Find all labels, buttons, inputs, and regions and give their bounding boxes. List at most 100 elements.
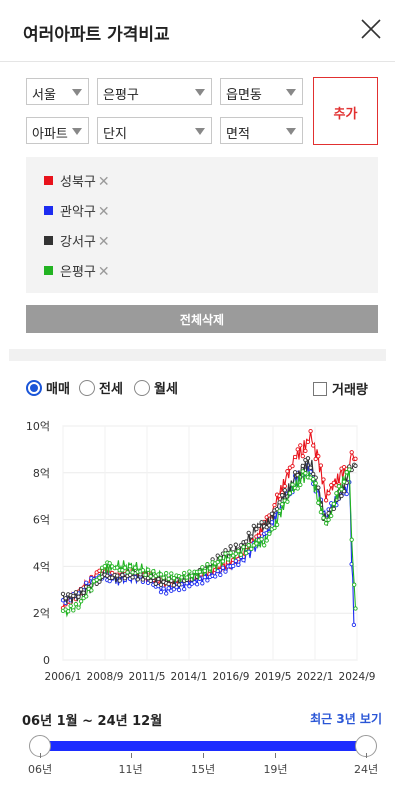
range-slider-track[interactable] bbox=[40, 741, 366, 751]
data-point bbox=[254, 541, 259, 546]
remove-icon[interactable]: ✕ bbox=[98, 234, 110, 250]
data-point bbox=[215, 559, 220, 565]
data-point bbox=[349, 537, 354, 542]
slider-tick bbox=[275, 753, 277, 758]
data-point bbox=[166, 581, 171, 587]
volume-checkbox[interactable]: 거래량 bbox=[313, 379, 368, 398]
data-point bbox=[156, 576, 161, 582]
data-point bbox=[341, 479, 347, 484]
y-tick-label: 8억 bbox=[33, 467, 50, 480]
data-point bbox=[220, 559, 226, 564]
chevron-down-icon bbox=[72, 128, 82, 135]
data-point bbox=[305, 439, 311, 445]
x-tick-label: 2006/1 bbox=[45, 671, 82, 683]
data-point bbox=[148, 574, 153, 579]
complex-select[interactable]: 단지 bbox=[97, 117, 212, 144]
data-point bbox=[130, 575, 135, 580]
data-point bbox=[164, 591, 169, 596]
radio-sale[interactable]: 매매 bbox=[26, 378, 70, 398]
data-point bbox=[236, 562, 241, 567]
data-point bbox=[353, 456, 358, 461]
data-point bbox=[184, 575, 189, 580]
data-point bbox=[182, 586, 187, 592]
data-point bbox=[313, 481, 318, 486]
data-point bbox=[311, 443, 316, 448]
data-point bbox=[323, 521, 329, 526]
data-point bbox=[187, 569, 192, 574]
data-point bbox=[274, 522, 280, 527]
region-select[interactable]: 서울 bbox=[26, 78, 89, 105]
radio-monthly[interactable]: 월세 bbox=[134, 378, 178, 398]
add-button[interactable]: 추가 bbox=[313, 77, 378, 145]
radio-jeonse[interactable]: 전세 bbox=[79, 378, 123, 398]
data-point bbox=[238, 552, 244, 557]
slider-tick-label: 19년 bbox=[263, 763, 288, 776]
data-point bbox=[161, 575, 166, 580]
data-point bbox=[158, 572, 164, 577]
data-point bbox=[351, 622, 357, 628]
chevron-down-icon bbox=[195, 128, 205, 135]
data-point bbox=[326, 491, 331, 496]
data-point bbox=[290, 482, 295, 487]
data-point bbox=[223, 569, 228, 574]
data-point bbox=[243, 550, 249, 556]
radio-monthly-label: 월세 bbox=[154, 382, 178, 397]
remove-icon[interactable]: ✕ bbox=[98, 264, 110, 280]
area-select[interactable]: 면적 bbox=[220, 117, 303, 144]
data-point bbox=[295, 447, 300, 452]
section-divider bbox=[9, 349, 386, 361]
data-point bbox=[202, 568, 207, 574]
chip-eunpyeong: 은평구 ✕ bbox=[44, 261, 110, 281]
data-point bbox=[97, 575, 102, 580]
data-point bbox=[71, 608, 76, 613]
remove-icon[interactable]: ✕ bbox=[98, 204, 110, 220]
chip-label: 관악구 bbox=[60, 205, 96, 220]
data-point bbox=[127, 564, 133, 569]
data-point bbox=[197, 569, 202, 574]
data-point bbox=[300, 453, 305, 459]
data-point bbox=[78, 599, 84, 604]
data-point bbox=[256, 523, 262, 528]
data-point bbox=[267, 523, 272, 528]
data-point bbox=[81, 590, 86, 595]
data-point bbox=[164, 571, 169, 576]
color-swatch bbox=[44, 236, 53, 245]
data-point bbox=[241, 557, 246, 563]
data-point bbox=[189, 573, 195, 578]
price-chart: 0 2억 4억 6억 8억 10억 2006/1 2008/9 2011/5 2014/1 2016… bbox=[26, 420, 376, 683]
property-type-select[interactable]: 아파트 bbox=[26, 117, 89, 144]
data-point bbox=[125, 570, 130, 575]
delete-all-button[interactable]: 전체삭제 bbox=[26, 305, 378, 333]
data-point bbox=[267, 531, 272, 536]
district-select[interactable]: 은평구 bbox=[97, 78, 212, 105]
data-point bbox=[66, 609, 71, 614]
data-point bbox=[316, 454, 321, 459]
data-point bbox=[311, 476, 316, 482]
region-select-value: 서울 bbox=[32, 88, 56, 103]
data-point bbox=[73, 601, 79, 607]
data-point bbox=[280, 502, 285, 507]
data-point bbox=[151, 569, 156, 574]
remove-icon[interactable]: ✕ bbox=[98, 174, 110, 190]
radio-unchecked-icon bbox=[134, 380, 150, 396]
data-point bbox=[303, 471, 308, 476]
data-point bbox=[272, 502, 277, 508]
close-icon[interactable] bbox=[360, 18, 382, 40]
plot-area bbox=[62, 425, 358, 661]
slider-tick-label: 24년 bbox=[354, 763, 379, 776]
recent-3-years-link[interactable]: 최근 3년 보기 bbox=[310, 710, 382, 727]
x-tick-label: 2019/5 bbox=[255, 671, 292, 683]
data-point bbox=[68, 603, 73, 609]
color-swatch bbox=[44, 176, 53, 185]
data-point bbox=[115, 573, 120, 578]
property-type-select-value: 아파트 bbox=[32, 127, 68, 142]
data-point bbox=[243, 539, 249, 544]
data-point bbox=[223, 551, 228, 556]
town-select[interactable]: 읍면동 bbox=[220, 78, 303, 105]
data-point bbox=[254, 526, 259, 532]
data-point bbox=[73, 590, 79, 595]
data-point bbox=[300, 463, 305, 469]
data-point bbox=[161, 586, 166, 591]
page-title: 여러아파트 가격비교 bbox=[23, 25, 170, 45]
data-point bbox=[285, 469, 290, 474]
